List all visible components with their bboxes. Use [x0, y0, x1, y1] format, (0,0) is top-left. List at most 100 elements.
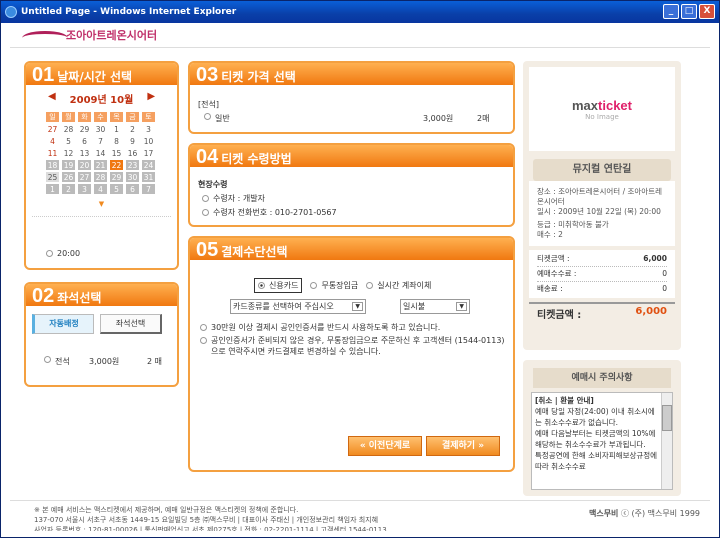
time-radio[interactable] — [46, 250, 53, 257]
close-button[interactable]: X — [699, 4, 715, 19]
calendar-month: 2009년 10월 — [69, 95, 134, 106]
receiver-row: 수령자 : 개발자 — [202, 193, 513, 204]
price-radio[interactable] — [204, 113, 211, 120]
phone-row: 수령자 전화번호 : 010-2701-0567 — [202, 207, 513, 218]
bullet-icon — [202, 195, 209, 202]
calendar-day[interactable]: 8 — [110, 136, 123, 146]
title-bar: Untitled Page - Windows Internet Explore… — [1, 1, 719, 23]
notice-line: 예매 당일 자정(24:00) 이내 취소시에는 취소수수료가 없습니다. — [535, 407, 655, 427]
bank-radio[interactable] — [310, 282, 318, 289]
note-text: 공인인증서가 준비되지 않은 경우, 무통장입금으로 주문하신 후 고객센터 (… — [211, 336, 505, 356]
bullet-icon — [200, 337, 207, 344]
date-time-header: 01 날짜/시간 선택 — [26, 63, 177, 85]
calendar-day[interactable]: 7 — [94, 136, 107, 146]
calendar-day: 20 — [78, 160, 91, 170]
chevron-down-icon: ▼ — [456, 302, 467, 311]
step-number: 02 — [32, 285, 55, 307]
prev-month-icon[interactable]: ◀ — [48, 91, 56, 106]
time-option[interactable]: 20:00 — [46, 249, 80, 258]
footer-copyright: ⓒ (주) 맥스무비 1999 — [620, 509, 700, 518]
calendar-day[interactable]: 29 — [78, 124, 91, 134]
card-option[interactable]: 신용카드 — [254, 278, 303, 293]
realtime-option[interactable]: 실시간 계좌이체 — [366, 280, 431, 291]
select-seat-tab[interactable]: 좌석선택 — [100, 314, 162, 334]
step-title: 티켓 가격 선택 — [221, 70, 296, 84]
step-number: 04 — [196, 146, 219, 168]
calendar-day[interactable]: 9 — [126, 136, 139, 146]
seat-radio[interactable] — [44, 356, 51, 363]
calendar-day[interactable]: 2 — [126, 124, 139, 134]
logo-text: 조아아트레온시어터 — [66, 29, 158, 42]
calendar-day[interactable]: 17 — [142, 148, 155, 158]
chevron-down-icon: ▼ — [352, 302, 363, 311]
step-number: 01 — [32, 64, 55, 86]
step-title: 결제수단선택 — [221, 245, 288, 259]
calendar-day[interactable]: 1 — [110, 124, 123, 134]
calendar-day: 31 — [142, 172, 155, 182]
footer-brand: 맥스무비 — [588, 509, 619, 518]
auto-seat-tab[interactable]: 자동배정 — [32, 314, 94, 334]
realtime-radio[interactable] — [366, 282, 374, 289]
weekday-header: 화 — [78, 112, 91, 122]
calendar-day[interactable]: 14 — [94, 148, 107, 158]
card-type-value: 카드종류를 선택하여 주십시오 — [233, 302, 334, 311]
pay-button[interactable]: 결제하기 » — [426, 436, 500, 456]
notice-line: 특정공연에 한해 소비자피해보상규정에 따라 취소수수료 — [535, 451, 658, 471]
calendar-day[interactable]: 3 — [142, 124, 155, 134]
datetime-text: 일시 : 2009년 10월 22일 (목) 20:00 — [537, 207, 661, 216]
notice-box: 예매시 주의사항 [취소 | 환불 안내] 예매 당일 자정(24:00) 이내… — [523, 360, 681, 496]
calendar-day: 1 — [46, 184, 59, 194]
calendar-day: 29 — [110, 172, 123, 182]
header-divider — [10, 47, 710, 48]
calendar-day[interactable]: 30 — [94, 124, 107, 134]
step-title: 날짜/시간 선택 — [57, 70, 133, 84]
calendar-day[interactable]: 22 — [110, 160, 123, 170]
calendar-day: 18 — [46, 160, 59, 170]
price-type: 일반 — [215, 114, 230, 123]
note-1: 30만원 이상 결제시 공인인증서를 반드시 사용하도록 하고 있습니다. — [200, 322, 505, 333]
ship-label: 배송료 : — [537, 284, 563, 293]
calendar-day: 27 — [78, 172, 91, 182]
bank-option[interactable]: 무통장입금 — [310, 280, 358, 291]
card-type-select[interactable]: 카드종류를 선택하여 주십시오 ▼ — [230, 299, 366, 314]
ticket-amount: 6,000 — [643, 254, 667, 263]
weekday-header: 금 — [126, 112, 139, 122]
minimize-button[interactable]: _ — [663, 4, 679, 19]
installment-select[interactable]: 일시불 ▼ — [400, 299, 470, 314]
scroll-down-icon[interactable]: ▼ — [26, 200, 177, 208]
site-logo[interactable]: 조아아트레온시어터 — [22, 24, 157, 46]
next-month-icon[interactable]: ▶ — [147, 91, 155, 106]
show-info: 장소 : 조아아트레온시어터 / 조아아트레온시어터 일시 : 2009년 10… — [529, 181, 675, 246]
price-row[interactable]: 일반 3,000원 2매 — [204, 113, 513, 124]
installment-value: 일시불 — [403, 302, 426, 311]
brand-logo-a: max — [572, 97, 599, 113]
card-radio[interactable] — [258, 282, 265, 289]
calendar-day: 2 — [62, 184, 75, 194]
calendar-day[interactable]: 12 — [62, 148, 75, 158]
calendar-day[interactable]: 10 — [142, 136, 155, 146]
payment-methods: 신용카드 무통장입금 실시간 계좌이체 — [254, 278, 513, 293]
scroll-thumb[interactable] — [662, 405, 672, 431]
delivery-panel: 04 티켓 수령방법 현장수령 수령자 : 개발자 수령자 전화번호 : 010-… — [188, 143, 515, 227]
seat-row[interactable]: 전석 3,000원 2 매 — [44, 356, 172, 367]
calendar-day[interactable]: 13 — [78, 148, 91, 158]
fee-label: 예매수수료 : — [537, 269, 577, 278]
price-panel: 03 티켓 가격 선택 [전석] 일반 3,000원 2매 — [188, 61, 515, 134]
calendar: 일 월 화 수 목 금 토 27 28 29 30 1 2 3 4 5 6 7 8 9 10 11 12 13 14 15 16 17… — [43, 110, 158, 196]
calendar-day[interactable]: 11 — [46, 148, 59, 158]
notice-scroll[interactable]: [취소 | 환불 안내] 예매 당일 자정(24:00) 이내 취소시에는 취소… — [531, 392, 673, 490]
realtime-label: 실시간 계좌이체 — [377, 281, 432, 290]
weekday-header: 토 — [142, 112, 155, 122]
calendar-day[interactable]: 5 — [62, 136, 75, 146]
notice-scrollbar[interactable] — [661, 393, 672, 489]
calendar-day[interactable]: 4 — [46, 136, 59, 146]
maximize-button[interactable]: □ — [681, 4, 697, 19]
prev-step-button[interactable]: « 이전단계로 — [348, 436, 422, 456]
calendar-day[interactable]: 27 — [46, 124, 59, 134]
calendar-day[interactable]: 15 — [110, 148, 123, 158]
calendar-day[interactable]: 6 — [78, 136, 91, 146]
calendar-day[interactable]: 28 — [62, 124, 75, 134]
calendar-day[interactable]: 16 — [126, 148, 139, 158]
seat-panel: 02 좌석선택 자동배정 좌석선택 전석 3,000원 2 매 — [24, 282, 179, 387]
calendar-day: 25 — [46, 172, 59, 182]
